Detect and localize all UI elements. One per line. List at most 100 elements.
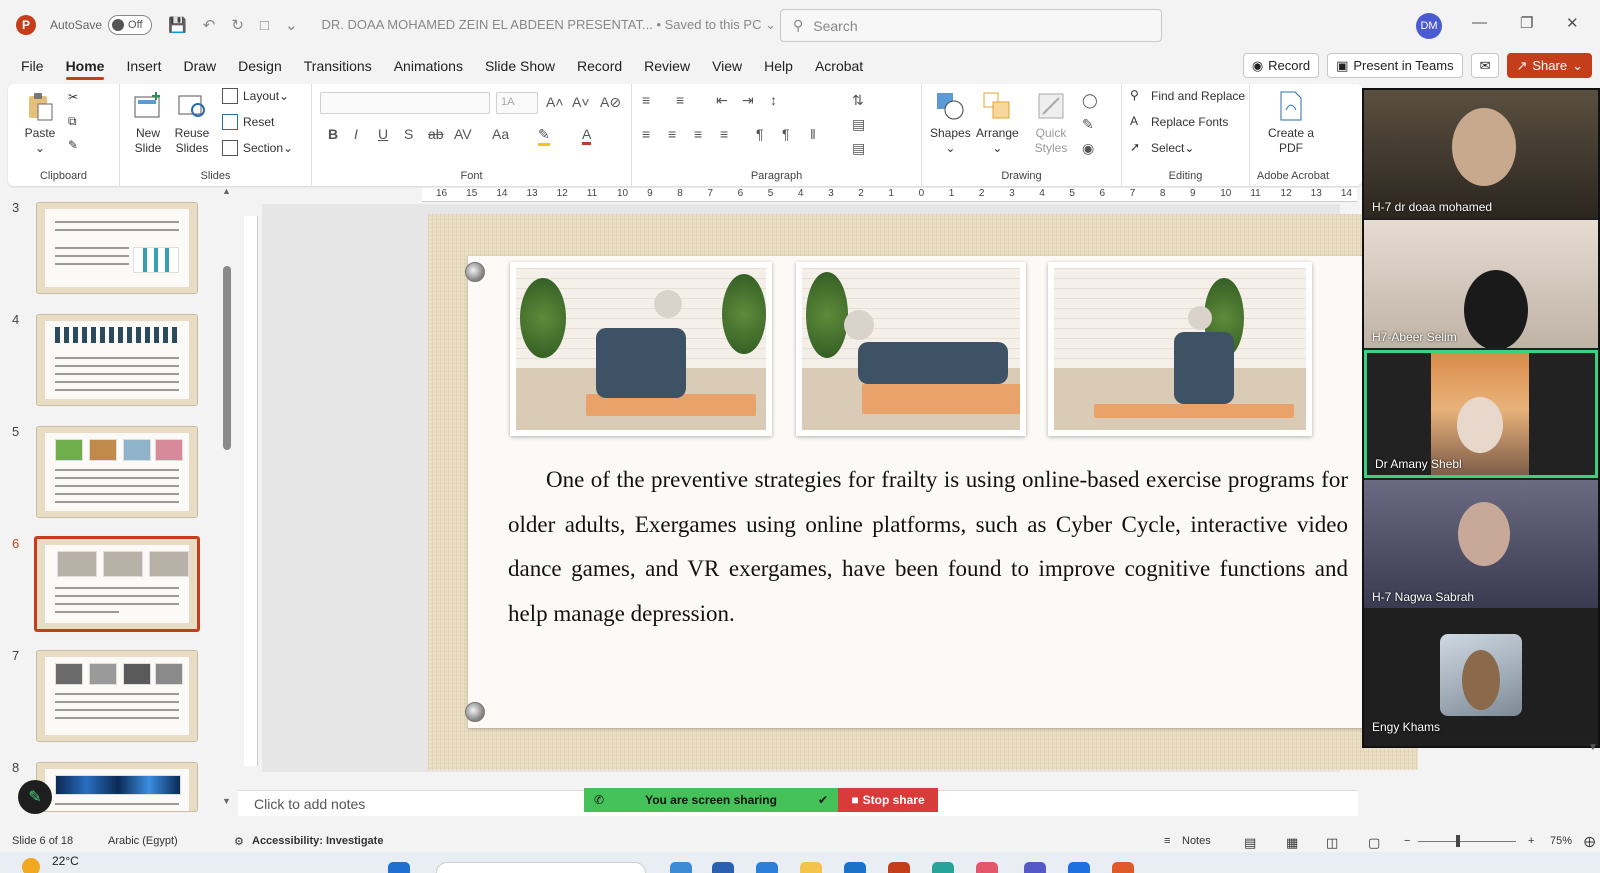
undo-icon[interactable]: ↶ <box>203 16 216 34</box>
reuse-slides-button[interactable]: Reuse Slides <box>172 90 212 156</box>
copy-icon[interactable]: ⧉ <box>68 114 77 129</box>
new-slide-button[interactable]: New Slide <box>128 90 168 156</box>
numbering-icon[interactable]: ≡ <box>676 92 684 108</box>
normal-view-icon[interactable]: ▤ <box>1244 835 1256 851</box>
tab-acrobat[interactable]: Acrobat <box>804 50 874 82</box>
find-replace-button[interactable]: ⚲ Find and Replace <box>1130 88 1245 104</box>
language-indicator[interactable]: Arabic (Egypt) <box>108 835 178 847</box>
scroll-down-icon[interactable]: ▼ <box>222 796 231 806</box>
increase-indent-icon[interactable]: ⇥ <box>742 92 754 109</box>
slide-thumbnail-7[interactable] <box>36 650 198 742</box>
select-button[interactable]: ➚ Select ⌄ <box>1130 140 1194 156</box>
teams-taskbar-icon[interactable] <box>1024 862 1046 873</box>
close-icon[interactable]: ✕ <box>1566 14 1579 32</box>
avatar[interactable]: DM <box>1416 13 1442 39</box>
shadow-icon[interactable]: S <box>404 126 413 142</box>
replace-fonts-button[interactable]: A Replace Fonts <box>1130 114 1228 130</box>
zoom-slider[interactable] <box>1418 841 1516 842</box>
ltr-icon[interactable]: ¶ <box>756 126 764 142</box>
record-button[interactable]: ◉ Record <box>1242 53 1320 78</box>
format-painter-icon[interactable]: ✎ <box>68 138 78 152</box>
participant-tile[interactable]: H-7 Nagwa Sabrah <box>1364 480 1598 608</box>
file-explorer-icon[interactable] <box>800 862 822 873</box>
pen-icon[interactable]: ✎ <box>18 780 52 814</box>
customize-qat-icon[interactable]: ⌄ <box>285 16 298 34</box>
shape-outline-icon[interactable]: ✎ <box>1082 116 1094 133</box>
slideshow-view-icon[interactable]: ▢ <box>1368 835 1380 851</box>
participant-tile[interactable]: H-7 dr doaa mohamed <box>1364 90 1598 218</box>
tab-help[interactable]: Help <box>753 50 804 82</box>
present-in-teams-button[interactable]: ▣ Present in Teams <box>1327 53 1463 78</box>
scrollbar-thumb[interactable] <box>223 266 231 450</box>
bold-icon[interactable]: B <box>328 126 338 142</box>
slide-thumbnail-5[interactable] <box>36 426 198 518</box>
document-title[interactable]: DR. DOAA MOHAMED ZEIN EL ABDEEN PRESENTA… <box>322 17 776 33</box>
align-center-icon[interactable]: ≡ <box>668 126 676 142</box>
exercise-photo-2[interactable] <box>796 262 1026 436</box>
quick-styles-button[interactable]: Quick Styles <box>1030 90 1072 156</box>
italic-icon[interactable]: I <box>354 126 358 142</box>
slide-thumbnail-6[interactable] <box>34 536 200 632</box>
scroll-up-icon[interactable]: ▲ <box>222 186 231 196</box>
fit-slide-icon[interactable]: ⨁ <box>1584 835 1595 848</box>
zoom-in-icon[interactable]: + <box>1528 835 1534 847</box>
exercise-photo-3[interactable] <box>1048 262 1312 436</box>
rtl-icon[interactable]: ¶ <box>782 126 790 142</box>
tab-record[interactable]: Record <box>566 50 633 82</box>
font-color-icon[interactable]: A <box>582 126 592 145</box>
tab-review[interactable]: Review <box>633 50 701 82</box>
stop-share-button[interactable]: ■ Stop share <box>838 788 938 812</box>
cut-icon[interactable]: ✂ <box>68 90 78 104</box>
accessibility-status[interactable]: Accessibility: Investigate <box>252 835 383 847</box>
increase-font-icon[interactable]: A˄ <box>546 94 564 110</box>
app-icon[interactable] <box>1112 862 1134 873</box>
bullets-icon[interactable]: ≡ <box>642 92 650 108</box>
share-button[interactable]: ↗ Share ⌄ <box>1507 53 1592 78</box>
decrease-indent-icon[interactable]: ⇤ <box>716 92 728 109</box>
app-icon[interactable] <box>976 862 998 873</box>
autosave-toggle[interactable]: Off <box>108 15 153 35</box>
restore-icon[interactable]: ❐ <box>1520 14 1533 32</box>
tab-slide-show[interactable]: Slide Show <box>474 50 566 82</box>
align-left-icon[interactable]: ≡ <box>642 126 650 142</box>
zoom-level[interactable]: 75% <box>1550 835 1572 847</box>
justify-icon[interactable]: ≡ <box>720 126 728 142</box>
save-icon[interactable]: 💾 <box>168 16 187 34</box>
comments-button[interactable]: ✉ <box>1470 53 1500 78</box>
present-icon[interactable]: □ <box>260 17 269 34</box>
app-icon[interactable] <box>712 862 734 873</box>
arrange-button[interactable]: Arrange ⌄ <box>976 90 1019 156</box>
reset-button[interactable]: Reset <box>222 114 274 130</box>
character-spacing-icon[interactable]: AV <box>454 126 472 142</box>
tab-home[interactable]: Home <box>55 50 116 82</box>
tab-draw[interactable]: Draw <box>172 50 227 82</box>
shapes-button[interactable]: Shapes ⌄ <box>930 90 971 156</box>
participant-tile[interactable]: H7-Abeer Selim <box>1364 220 1598 348</box>
decrease-font-icon[interactable]: A˅ <box>572 94 590 110</box>
tab-insert[interactable]: Insert <box>115 50 172 82</box>
notes-toggle[interactable]: Notes <box>1182 835 1211 847</box>
align-text-icon[interactable]: ▤ <box>852 116 865 133</box>
start-icon[interactable] <box>388 862 410 873</box>
zoom-out-icon[interactable]: − <box>1404 835 1410 847</box>
columns-icon[interactable]: ‖ <box>810 126 816 142</box>
app-icon[interactable] <box>1068 862 1090 873</box>
text-direction-icon[interactable]: ⇅ <box>852 92 864 109</box>
line-spacing-icon[interactable]: ↕ <box>770 92 777 108</box>
change-case-icon[interactable]: Aa <box>492 126 509 142</box>
redo-icon[interactable]: ↻ <box>231 16 244 34</box>
shape-effects-icon[interactable]: ◉ <box>1082 140 1094 157</box>
app-icon[interactable] <box>844 862 866 873</box>
minimize-icon[interactable]: — <box>1472 14 1487 31</box>
tab-file[interactable]: File <box>10 50 55 82</box>
slide-thumbnail-3[interactable] <box>36 202 198 294</box>
slide-sorter-icon[interactable]: ▦ <box>1286 835 1298 851</box>
slide-body-text[interactable]: One of the preventive strategies for fra… <box>508 458 1348 636</box>
align-right-icon[interactable]: ≡ <box>694 126 702 142</box>
font-size-select[interactable]: 1A <box>496 92 538 114</box>
powerpoint-taskbar-icon[interactable] <box>888 862 910 873</box>
strikethrough-icon[interactable]: ab <box>428 126 444 142</box>
tab-design[interactable]: Design <box>227 50 293 82</box>
font-family-select[interactable] <box>320 92 490 114</box>
tab-animations[interactable]: Animations <box>383 50 474 82</box>
